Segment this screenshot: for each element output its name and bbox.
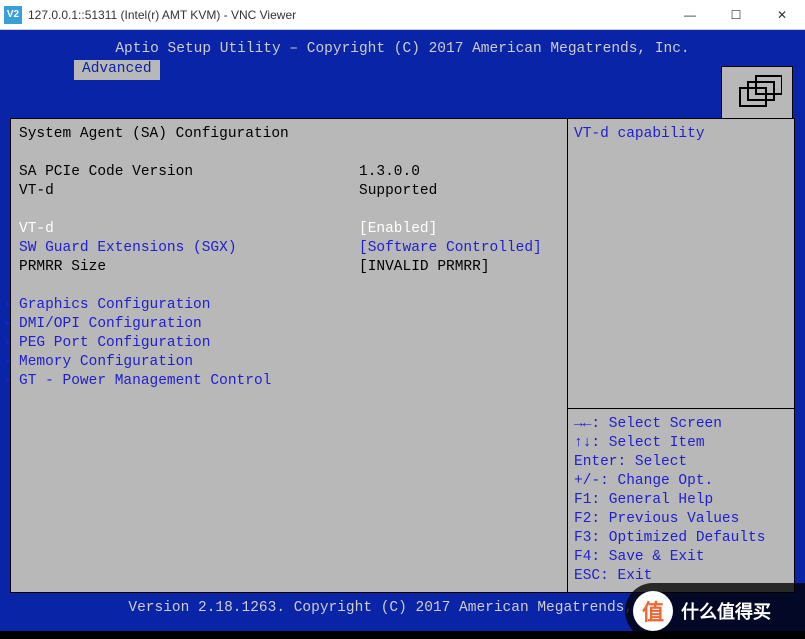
key-hint: F3: Optimized Defaults <box>574 529 788 548</box>
key-hint: F1: General Help <box>574 491 788 510</box>
app-icon: V2 <box>4 6 22 24</box>
submenu-graphics[interactable]: Graphics Configuration <box>19 296 210 315</box>
key-hint: F2: Previous Values <box>574 510 788 529</box>
window-title: 127.0.0.1::51311 (Intel(r) AMT KVM) - VN… <box>28 8 296 22</box>
value-vtd[interactable]: [Enabled] <box>359 220 437 239</box>
close-button[interactable]: ✕ <box>759 0 805 30</box>
submenu-gt-power[interactable]: GT - Power Management Control <box>19 372 271 391</box>
settings-panel: System Agent (SA) Configuration SA PCIe … <box>10 118 567 593</box>
label-pcie-version: SA PCIe Code Version <box>19 163 359 182</box>
bios-header: Aptio Setup Utility – Copyright (C) 2017… <box>0 30 805 60</box>
submenu-dmi[interactable]: DMI/OPI Configuration <box>19 315 202 334</box>
minimize-button[interactable]: — <box>667 0 713 30</box>
tab-row: Advanced <box>0 60 805 80</box>
help-text: VT-d capability <box>574 125 705 144</box>
value-prmrr: [INVALID PRMRR] <box>359 258 490 277</box>
help-panel: VT-d capability →←: Select Screen ↑↓: Se… <box>567 118 795 593</box>
submenu-memory[interactable]: Memory Configuration <box>19 353 193 372</box>
watermark: 值 什么值得买 <box>625 583 805 639</box>
divider <box>568 408 794 409</box>
value-sgx[interactable]: [Software Controlled] <box>359 239 542 258</box>
page-title: System Agent (SA) Configuration <box>19 125 289 144</box>
window-titlebar: V2 127.0.0.1::51311 (Intel(r) AMT KVM) -… <box>0 0 805 30</box>
bios-screen: Aptio Setup Utility – Copyright (C) 2017… <box>0 30 805 631</box>
key-hint: F4: Save & Exit <box>574 548 788 567</box>
option-sgx[interactable]: SW Guard Extensions (SGX) <box>19 239 359 258</box>
ami-logo <box>721 66 793 122</box>
maximize-button[interactable]: ☐ <box>713 0 759 30</box>
key-hint: Enter: Select <box>574 453 788 472</box>
window-controls: — ☐ ✕ <box>667 0 805 30</box>
tab-advanced[interactable]: Advanced <box>74 60 160 80</box>
value-vtd-support: Supported <box>359 182 437 201</box>
value-pcie-version: 1.3.0.0 <box>359 163 420 182</box>
key-hint: ↑↓: Select Item <box>574 434 788 453</box>
key-hint: +/-: Change Opt. <box>574 472 788 491</box>
submenu-peg[interactable]: PEG Port Configuration <box>19 334 210 353</box>
option-prmrr[interactable]: PRMRR Size <box>19 258 359 277</box>
watermark-text: 什么值得买 <box>681 598 771 624</box>
label-vtd-support: VT-d <box>19 182 359 201</box>
option-vtd[interactable]: VT-d <box>19 220 359 239</box>
watermark-icon: 值 <box>633 591 673 631</box>
key-hint: →←: Select Screen <box>574 415 788 434</box>
